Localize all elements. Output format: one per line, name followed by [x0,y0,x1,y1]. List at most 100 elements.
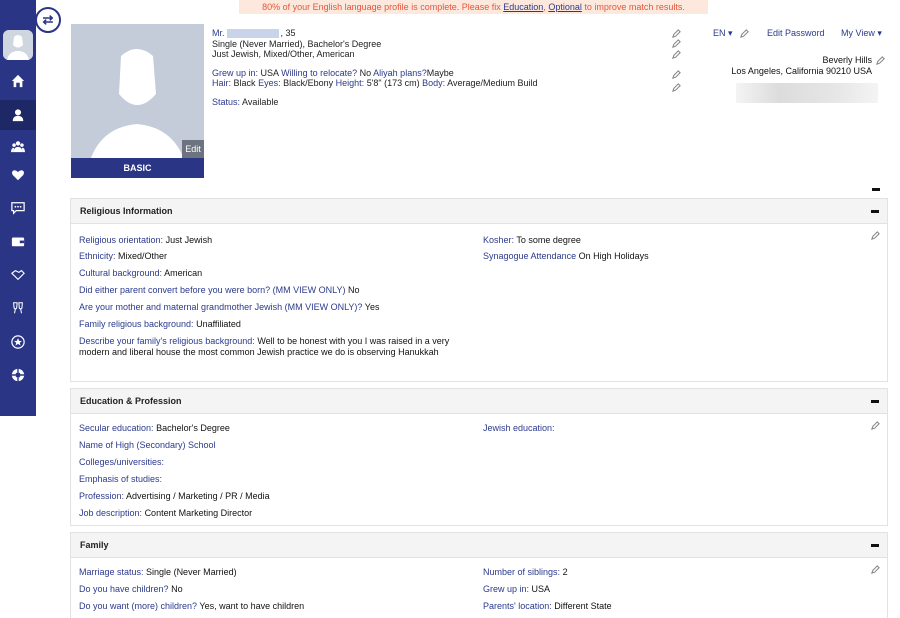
profile-line-3: Just Jewish, Mixed/Other, American [212,49,355,59]
home-icon [11,74,25,88]
handshake-icon [11,269,25,281]
banner-education-link[interactable]: Education [503,2,543,12]
field-cultural-background: Cultural background: American [79,268,203,278]
wallet-icon [11,237,25,247]
profile-completion-banner: 80% of your English language profile is … [239,0,708,14]
height-label: Height: [335,78,365,88]
collapse-icon[interactable] [871,544,879,547]
field-want-children: Do you want (more) children? Yes, want t… [79,601,305,611]
chat-icon [11,202,25,215]
redacted-contact [736,83,878,103]
edit-status-pencil-icon[interactable] [672,39,682,49]
location-region: Los Angeles, California 90210 USA [731,65,872,76]
field-marriage-status: Marriage status: Single (Never Married) [79,567,237,577]
sidebar-item-matches[interactable] [0,131,36,161]
eyes-value: Black/Ebony [283,78,334,88]
status-value: Available [242,96,279,107]
field-religious-orientation: Religious orientation: Just Jewish [79,235,213,245]
avatar-silhouette-icon [3,30,33,60]
banner-optional-link[interactable]: Optional [548,2,582,12]
banner-text: 80% of your English language profile is … [262,2,501,12]
profile-name-row: Mr. , 35 [212,28,672,39]
location-block: Beverly Hills Los Angeles, California 90… [731,55,872,76]
aliyah-value: Maybe [426,67,454,78]
sidebar-item-help[interactable] [0,360,36,390]
heart-icon [11,170,25,181]
field-parent-convert: Did either parent convert before you wer… [79,285,360,295]
grew-up-row: Grew up in: USA Willing to relocate? No … [212,68,672,79]
field-family-religious-background: Family religious background: Unaffiliate… [79,319,241,329]
sidebar-item-matchmakers[interactable] [0,260,36,290]
banner-separator: , [543,2,546,12]
relocate-label: Willing to relocate? [281,67,358,78]
edit-password-link[interactable]: Edit Password [767,28,825,38]
sidebar-item-premium[interactable] [0,327,36,357]
name-title: Mr. [212,28,225,38]
sidebar-item-wallet[interactable] [0,226,36,256]
sidebar-item-favorites[interactable] [0,160,36,190]
body-label: Body: [422,78,446,88]
status-label: Status: [212,96,241,107]
caret-down-icon: ▾ [728,28,733,38]
sidebar-item-events[interactable] [0,293,36,323]
basic-badge: BASIC [71,158,204,178]
field-job-description: Job description: Content Marketing Direc… [79,508,253,518]
edit-family-pencil-icon[interactable] [871,565,881,575]
edit-location-top-pencil-icon[interactable] [876,56,886,66]
edit-name-pencil-icon[interactable] [672,29,682,39]
edit-background-pencil-icon[interactable] [672,50,682,60]
field-jewish-education: Jewish education: [483,423,555,433]
religious-section-header[interactable]: Religious Information [71,199,887,224]
education-section: Education & Profession Secular education… [70,388,888,526]
edit-appearance-pencil-icon[interactable] [672,83,682,93]
field-ethnicity: Ethnicity: Mixed/Other [79,251,168,261]
grew-up-value: USA [260,67,279,78]
body-value: Average/Medium Build [447,78,538,88]
field-colleges: Colleges/universities: [79,457,165,467]
language-selector[interactable]: EN ▾ [713,28,733,39]
group-icon [11,141,25,153]
hair-label: Hair: [212,78,232,88]
banner-suffix: to improve match results. [584,2,685,12]
toast-icon [13,302,23,314]
education-section-header[interactable]: Education & Profession [71,389,887,414]
language-label: EN [713,28,726,38]
aliyah-label: Aliyah plans? [373,67,427,78]
my-view-label: My View [841,28,875,38]
edit-education-pencil-icon[interactable] [871,421,881,431]
field-kosher: Kosher: To some degree [483,235,581,245]
field-parents-location: Parents' location: Different State [483,601,612,611]
field-describe-family-background: Describe your family's religious backgro… [79,336,450,357]
hair-value: Black [233,78,256,88]
sidebar-toggle-button[interactable]: ⇄ [35,7,61,33]
section-title: Education & Profession [80,396,182,406]
edit-language-pencil-icon[interactable] [740,29,750,39]
sidebar-item-messages[interactable] [0,193,36,223]
status-row: Status: Available [212,97,672,108]
field-grew-up: Grew up in: USA [483,584,551,594]
profile-line-2: Single (Never Married), Bachelor's Degre… [212,38,382,49]
field-synagogue-attendance: Synagogue Attendance On High Holidays [483,251,649,261]
collapse-icon[interactable] [871,210,879,213]
sidebar-nav [0,0,36,416]
collapse-icon[interactable] [871,400,879,403]
section-title: Family [80,540,109,550]
profile-photo: Edit BASIC [71,24,204,178]
lifebuoy-icon [11,368,25,382]
profile-age: , 35 [280,28,296,38]
collapse-all-icon[interactable] [872,188,880,191]
appearance-row: Hair: Black Eyes: Black/Ebony Height: 5'… [212,78,672,89]
sidebar-avatar[interactable] [3,30,33,60]
field-high-school: Name of High (Secondary) School [79,440,216,450]
edit-location-pencil-icon[interactable] [672,70,682,80]
sidebar-item-profile[interactable] [0,100,36,130]
sidebar-item-home[interactable] [0,66,36,96]
profile-summary: Mr. , 35 Single (Never Married), Bachelor… [212,28,672,107]
photo-edit-button[interactable]: Edit [182,140,204,158]
section-title: Religious Information [80,206,173,216]
my-view-dropdown[interactable]: My View ▾ [841,28,882,39]
family-section-header[interactable]: Family [71,533,887,558]
eyes-label: Eyes: [258,78,281,88]
edit-religious-pencil-icon[interactable] [871,231,881,241]
